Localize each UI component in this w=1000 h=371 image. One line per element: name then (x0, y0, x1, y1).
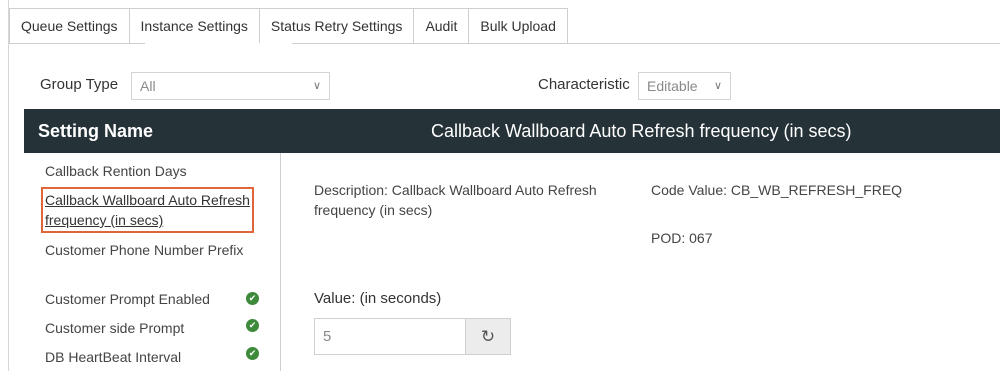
group-type-select[interactable]: All ∨ (131, 72, 330, 100)
selected-setting-title: Callback Wallboard Auto Refresh frequenc… (431, 121, 852, 141)
list-item-db-heartbeat-interval[interactable]: DB HeartBeat Interval (45, 347, 275, 367)
characteristic-label: Characteristic (538, 76, 630, 93)
setting-description: Description: Callback Wallboard Auto Ref… (314, 182, 597, 218)
setting-pod: POD: 067 (651, 230, 713, 246)
check-circle-icon: ✔ (246, 292, 259, 305)
tab-status-retry-settings[interactable]: Status Retry Settings (259, 8, 415, 44)
list-item-label: Customer Prompt Enabled (45, 291, 210, 307)
settings-header-bar: Setting Name Callback Wallboard Auto Ref… (24, 109, 1000, 153)
list-item-label: Customer Phone Number Prefix (45, 242, 244, 258)
list-item-customer-phone-prefix[interactable]: Customer Phone Number Prefix (45, 240, 275, 260)
list-item-customer-side-prompt[interactable]: Customer side Prompt (45, 318, 275, 338)
list-item-label: Callback Rention Days (45, 163, 187, 179)
tab-queue-settings[interactable]: Queue Settings (9, 8, 130, 44)
chevron-down-icon: ∨ (312, 80, 321, 92)
active-tab-gap (145, 43, 292, 44)
group-type-value: All (140, 78, 156, 94)
tab-instance-settings[interactable]: Instance Settings (129, 8, 260, 44)
settings-panel: Queue Settings Instance Settings Status … (8, 0, 1000, 371)
list-item-callback-wallboard-refresh[interactable]: Callback Wallboard Auto Refresh frequenc… (41, 187, 254, 233)
group-type-label: Group Type (40, 76, 119, 93)
list-item-label: DB HeartBeat Interval (45, 349, 182, 365)
list-item-label: Customer side Prompt (45, 320, 185, 336)
tab-bar: Queue Settings Instance Settings Status … (9, 8, 568, 44)
characteristic-select[interactable]: Editable ∨ (638, 72, 731, 100)
check-circle-icon: ✔ (246, 319, 259, 332)
value-input[interactable]: 5 (314, 318, 466, 355)
reset-value-button[interactable]: ↻ (465, 318, 511, 355)
settings-list: Callback Rention Days Callback Wallboard… (24, 153, 281, 371)
list-item-label: Callback Wallboard Auto Refresh frequenc… (45, 192, 250, 228)
tab-bulk-upload[interactable]: Bulk Upload (469, 8, 568, 44)
chevron-down-icon: ∨ (713, 80, 722, 92)
setting-name-column-title: Setting Name (38, 121, 154, 141)
list-item-callback-rention-days[interactable]: Callback Rention Days (45, 161, 275, 181)
undo-icon: ↻ (480, 327, 496, 346)
setting-code-value: Code Value: CB_WB_REFRESH_FREQ (651, 182, 903, 198)
list-item-customer-prompt-enabled[interactable]: Customer Prompt Enabled (45, 289, 275, 309)
value-label: Value: (in seconds) (314, 290, 442, 307)
tab-audit[interactable]: Audit (414, 8, 470, 44)
characteristic-value: Editable (647, 78, 698, 94)
check-circle-icon: ✔ (246, 347, 259, 360)
